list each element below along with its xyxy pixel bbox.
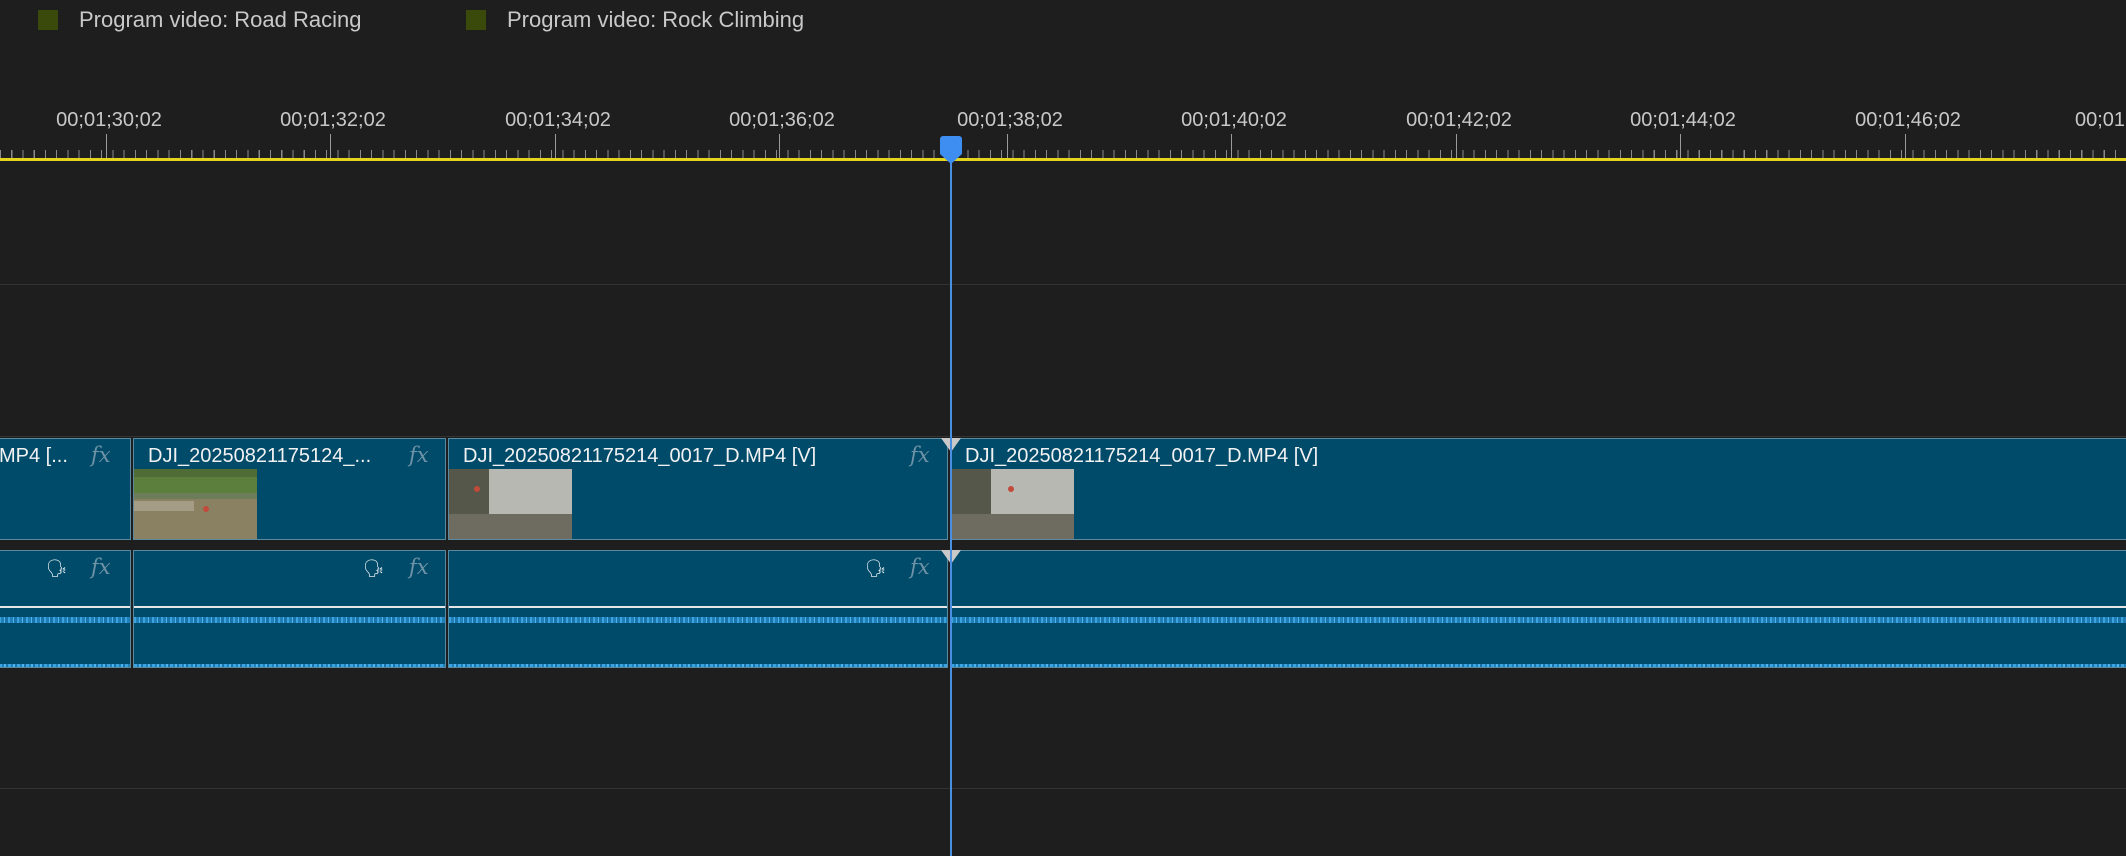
fx-badge[interactable]: fx [409,443,429,467]
track-divider [0,788,2126,789]
timecode-label: 00;01;40;02 [1181,109,1287,131]
timecode-label: 00;01;44;02 [1630,109,1736,131]
clip-title: DJI_20250821175124_... [148,445,372,467]
timecode-label: 00;01;30;02 [56,109,162,131]
video-clip[interactable]: DJI_20250821175214_0017_D.MP4 [V] fx [448,438,948,540]
clip-title: DJI_20250821175214_0017_D.MP4 [V] [965,445,1319,467]
playhead-handle[interactable] [940,136,962,154]
audio-clip[interactable]: 🗣 fx [448,550,948,668]
legend-swatch [466,10,486,30]
timecode-label: 00;01;32;02 [280,109,386,131]
fx-badge[interactable]: fx [409,555,429,579]
clip-thumbnail [134,469,257,539]
ruler-major-tick [779,134,780,158]
audio-waveform [449,617,947,623]
ruler-minor-ticks [0,143,2126,158]
voice-icon: 🗣 [46,559,68,578]
work-area-bar[interactable] [0,158,2126,161]
ruler-major-tick [106,134,107,158]
clip-thumbnail [951,469,1074,539]
audio-waveform [134,664,445,667]
color-label-legend: Program video: Road Racing Program video… [0,0,2126,50]
ruler-major-tick [1007,134,1008,158]
ruler-major-tick [1680,134,1681,158]
time-ruler[interactable]: 00;01;30;02 00;01;32;02 00;01;34;02 00;0… [0,96,2126,162]
track-divider [0,436,2126,437]
audio-waveform [0,617,130,623]
audio-clip[interactable]: 🗣 fx [133,550,446,668]
audio-waveform [449,664,947,667]
audio-volume-line[interactable] [134,606,445,608]
timecode-label: 00;01 [2074,109,2126,131]
video-clip[interactable]: DJI_20250821175124_... fx [133,438,446,540]
fx-badge[interactable]: fx [91,555,111,579]
audio-waveform [0,664,130,667]
fx-badge[interactable]: fx [910,443,930,467]
fx-badge[interactable]: fx [910,555,930,579]
audio-clip[interactable]: 🗣 fx [0,550,131,668]
ruler-major-tick [1905,134,1906,158]
legend-label: Program video: Road Racing [79,7,362,32]
fx-badge[interactable]: fx [91,443,111,467]
audio-volume-line[interactable] [951,606,2126,608]
clip-thumbnail [449,469,572,539]
clip-title: MP4 [... [0,445,68,467]
ruler-major-tick [555,134,556,158]
playhead-notch [940,154,962,164]
timecode-label: 00;01;38;02 [957,109,1063,131]
track-divider [0,284,2126,285]
audio-waveform [951,617,2126,623]
audio-volume-line[interactable] [449,606,947,608]
voice-icon: 🗣 [363,559,385,578]
ruler-major-tick [1231,134,1232,158]
audio-clip[interactable] [950,550,2126,668]
timecode-label: 00;01;46;02 [1855,109,1961,131]
audio-waveform [951,664,2126,667]
ruler-major-tick [1456,134,1457,158]
clip-title: DJI_20250821175214_0017_D.MP4 [V] [463,445,817,467]
audio-volume-line[interactable] [0,606,130,608]
video-clip[interactable]: MP4 [... fx [0,438,131,540]
legend-label: Program video: Rock Climbing [507,7,805,32]
timecode-label: 00;01;34;02 [505,109,611,131]
legend-item-road-racing[interactable]: Program video: Road Racing [38,7,361,33]
timecode-label: 00;01;42;02 [1406,109,1512,131]
legend-swatch [38,10,58,30]
audio-waveform [134,617,445,623]
playhead-line[interactable] [950,150,952,856]
legend-item-rock-climbing[interactable]: Program video: Rock Climbing [466,7,804,33]
voice-icon: 🗣 [865,559,887,578]
timecode-label: 00;01;36;02 [729,109,835,131]
video-clip[interactable]: DJI_20250821175214_0017_D.MP4 [V] [950,438,2126,540]
ruler-major-tick [330,134,331,158]
